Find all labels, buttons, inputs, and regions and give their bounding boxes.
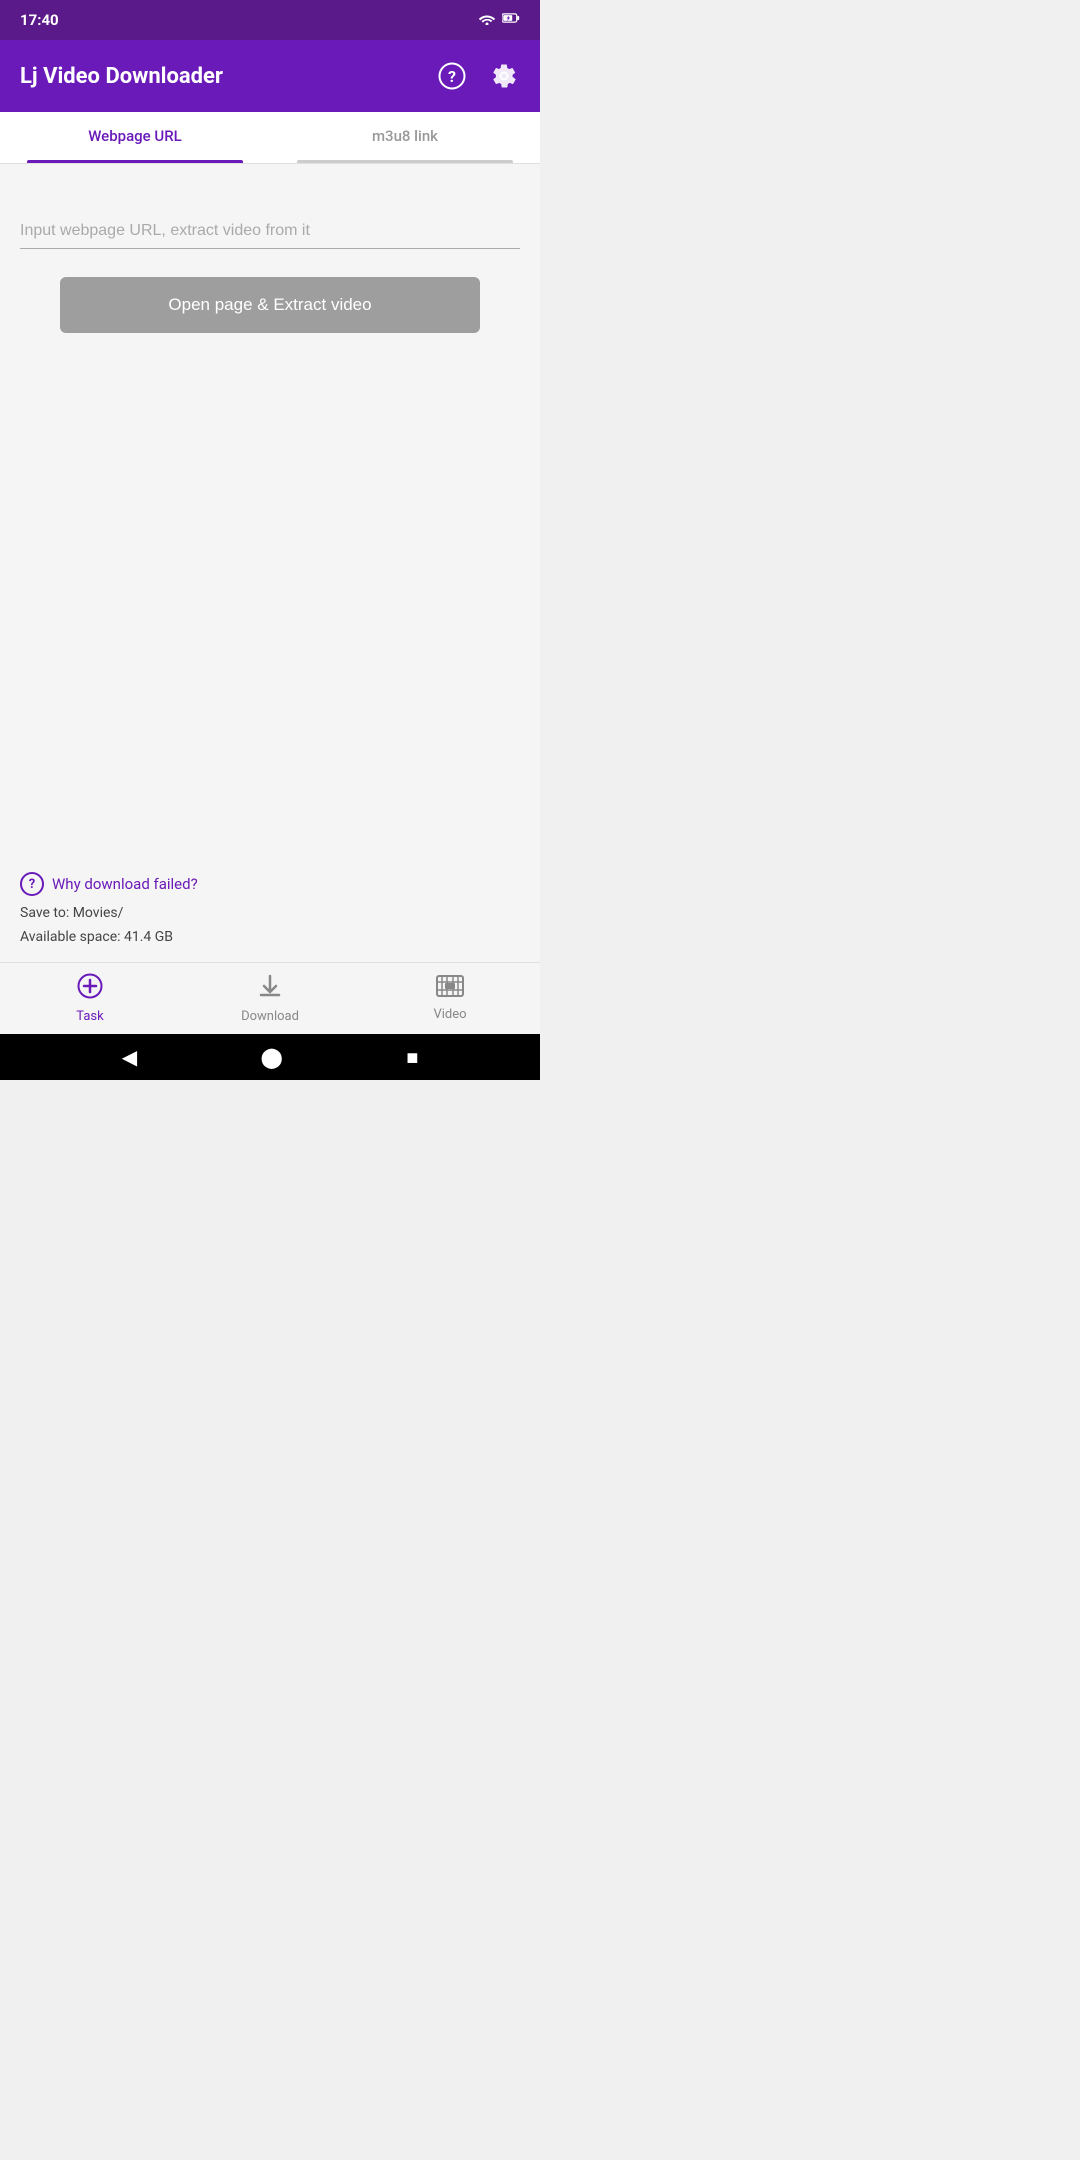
save-to-label: Save to: Movies/	[20, 902, 520, 926]
url-input[interactable]	[20, 214, 520, 249]
extract-button[interactable]: Open page & Extract video	[60, 277, 480, 333]
status-time: 17:40	[20, 11, 59, 29]
video-label: Video	[433, 1007, 466, 1022]
home-button[interactable]: ⬤	[260, 1045, 282, 1069]
task-icon	[77, 973, 103, 1005]
nav-task[interactable]: Task	[0, 963, 180, 1034]
tab-m3u8-link[interactable]: m3u8 link	[270, 112, 540, 163]
footer-meta: Save to: Movies/ Available space: 41.4 G…	[20, 902, 520, 950]
wifi-icon	[478, 11, 496, 29]
status-bar: 17:40	[0, 0, 540, 40]
status-icons	[478, 11, 520, 29]
nav-download[interactable]: Download	[180, 963, 360, 1034]
settings-icon[interactable]	[488, 60, 520, 92]
available-space-label: Available space: 41.4 GB	[20, 926, 520, 950]
recent-button[interactable]: ■	[406, 1045, 418, 1070]
help-icon[interactable]: ?	[436, 60, 468, 92]
svg-text:?: ?	[448, 67, 456, 86]
download-nav-icon	[257, 973, 283, 1005]
nav-video[interactable]: Video	[360, 963, 540, 1034]
why-failed-link[interactable]: ? Why download failed?	[20, 872, 520, 896]
download-label: Download	[241, 1009, 299, 1024]
task-label: Task	[76, 1009, 103, 1024]
back-button[interactable]: ◀	[122, 1045, 137, 1069]
footer-info: ? Why download failed? Save to: Movies/ …	[0, 856, 540, 962]
battery-icon	[502, 11, 520, 29]
why-failed-icon: ?	[20, 872, 44, 896]
tab-bar: Webpage URL m3u8 link	[0, 112, 540, 164]
app-bar-actions: ?	[436, 60, 520, 92]
bottom-nav: Task Download Video	[0, 962, 540, 1034]
app-bar: Lj Video Downloader ?	[0, 40, 540, 112]
url-input-container	[20, 214, 520, 249]
video-nav-icon	[436, 975, 464, 1003]
system-nav: ◀ ⬤ ■	[0, 1034, 540, 1080]
app-title: Lj Video Downloader	[20, 64, 223, 89]
tab-webpage-url[interactable]: Webpage URL	[0, 112, 270, 163]
main-content: Open page & Extract video	[0, 164, 540, 856]
